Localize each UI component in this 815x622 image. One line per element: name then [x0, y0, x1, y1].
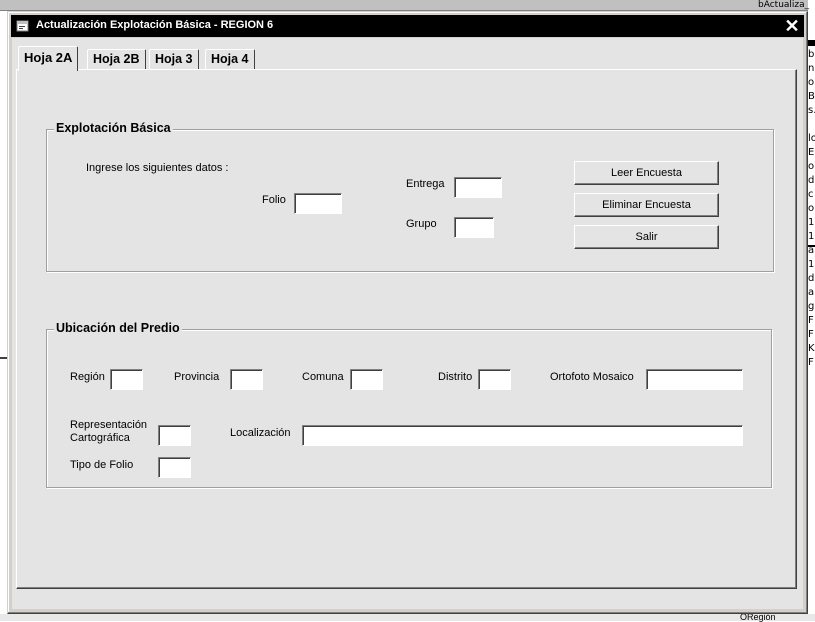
background-fragment-char: F [808, 329, 814, 340]
explotacion-basica-group: Explotación Básica Ingrese los siguiente… [46, 121, 774, 272]
comuna-label: Comuna [302, 371, 344, 383]
folio-input[interactable] [294, 193, 342, 214]
tab-hoja-2b[interactable]: Hoja 2B [87, 49, 146, 69]
close-icon: ✕ [784, 16, 800, 36]
background-fragment-char: n [808, 63, 815, 74]
app-window-icon [16, 20, 29, 32]
ortofoto-mosaico-input[interactable] [646, 369, 743, 390]
instructions-label: Ingrese los siguientes datos : [86, 162, 229, 174]
tipo-de-folio-input[interactable] [158, 457, 191, 478]
grupo-input[interactable] [454, 217, 494, 238]
background-fragment-char: a [808, 245, 815, 256]
background-fragment-char: o [808, 161, 815, 172]
eliminar-encuesta-button[interactable]: Eliminar Encuesta [574, 193, 719, 217]
provincia-label: Provincia [174, 371, 220, 383]
tab-page-hoja-2a: Explotación Básica Ingrese los siguiente… [16, 69, 797, 589]
folio-label: Folio [262, 194, 286, 206]
window-title: Actualización Explotación Básica - REGIO… [36, 19, 274, 31]
provincia-input[interactable] [230, 369, 263, 390]
entrega-label: Entrega [406, 178, 445, 190]
background-fragment-char: 1 [808, 217, 815, 228]
region-label: Región [70, 371, 105, 383]
background-fragment-char: F [808, 315, 814, 326]
region-input[interactable] [110, 369, 143, 390]
cartografica-label: Cartográfica [70, 432, 130, 444]
background-fragment-char: d [808, 175, 815, 186]
background-fragment-char: a [808, 287, 815, 298]
representacion-label: Representación [70, 419, 148, 431]
leer-encuesta-button[interactable]: Leer Encuesta [574, 161, 719, 185]
background-fragment-char: E [808, 147, 815, 158]
title-bar[interactable]: Actualización Explotación Básica - REGIO… [11, 15, 804, 37]
background-fragment-char: B [808, 91, 815, 102]
background-bottom-strip [0, 614, 815, 621]
ubicacion-predio-title: Ubicación del Predio [54, 321, 182, 335]
background-fragment-char: b [808, 49, 815, 60]
explotacion-basica-title: Explotación Básica [54, 121, 173, 135]
tab-hoja-3[interactable]: Hoja 3 [149, 49, 199, 69]
ortofoto-mosaico-label: Ortofoto Mosaico [550, 371, 634, 383]
localizacion-input[interactable] [302, 425, 743, 446]
main-window: Actualización Explotación Básica - REGIO… [7, 11, 808, 614]
background-fragment-char: 1 [808, 259, 815, 270]
background-fragment-char: o [808, 203, 815, 214]
background-fragment-char: o [808, 77, 815, 88]
salir-button[interactable]: Salir [574, 225, 719, 249]
tab-hoja-2a[interactable]: Hoja 2A [18, 46, 79, 71]
ubicacion-predio-group: Ubicación del Predio Región Provincia Co… [46, 321, 772, 488]
comuna-input[interactable] [350, 369, 383, 390]
tipo-de-folio-label: Tipo de Folio [70, 459, 134, 471]
background-bar [808, 40, 815, 46]
close-button[interactable]: ✕ [783, 17, 801, 35]
background-fragment-char: K [808, 343, 815, 354]
background-fragment-char: lo [808, 133, 815, 144]
distrito-label: Distrito [438, 371, 473, 383]
client-area: Hoja 2A Hoja 2B Hoja 3 Hoja 4 Explotació… [12, 38, 803, 609]
background-fragment-char: c [808, 189, 814, 200]
background-fragment-char: s. [808, 105, 815, 116]
tab-hoja-4[interactable]: Hoja 4 [205, 49, 255, 69]
background-window-edge [0, 0, 815, 11]
entrega-input[interactable] [454, 177, 502, 198]
representacion-cartografica-input[interactable] [158, 425, 191, 446]
localizacion-label: Localización [230, 427, 291, 439]
background-fragment-char: g [808, 301, 815, 312]
background-right-text: bnoBs. loEodco11a1dagFFKF [808, 48, 815, 370]
background-fragment-char: F [808, 357, 814, 368]
background-fragment-char: d [808, 273, 815, 284]
background-fragment-char: 1 [808, 231, 815, 242]
background-fragment-char [808, 118, 815, 132]
grupo-label: Grupo [406, 218, 437, 230]
distrito-input[interactable] [478, 369, 511, 390]
